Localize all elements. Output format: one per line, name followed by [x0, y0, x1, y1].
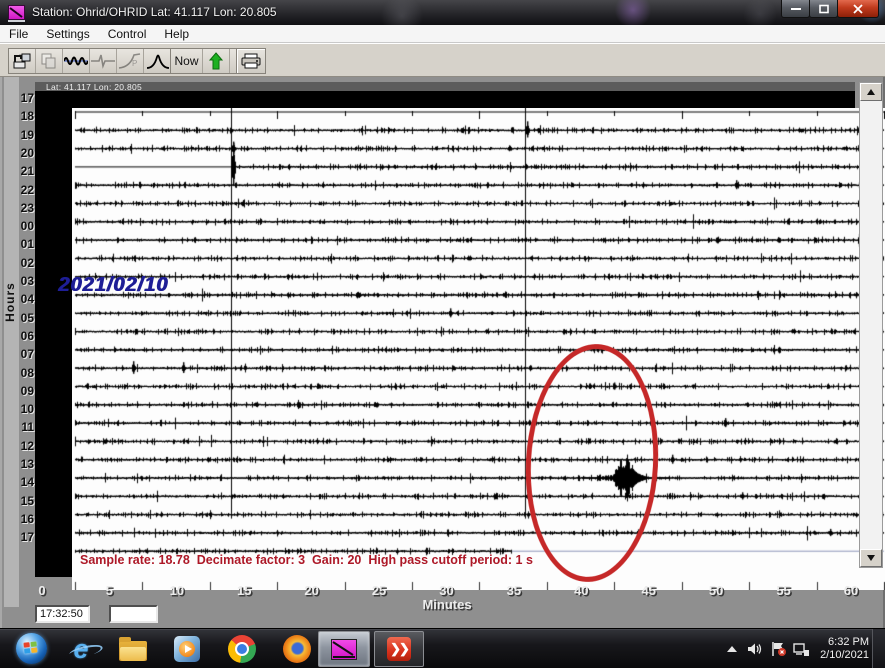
app-icon — [8, 5, 25, 20]
menu-control[interactable]: Control — [99, 25, 156, 43]
window-title: Station: Ohrid/OHRID Lat: 41.117 Lon: 20… — [32, 5, 277, 19]
tray-clock[interactable]: 6:32 PM 2/10/2021 — [820, 636, 869, 662]
hour-label: 16 — [14, 512, 34, 526]
hour-label: 02 — [14, 256, 34, 270]
open-trace-icon[interactable] — [9, 49, 36, 73]
menu-help[interactable]: Help — [155, 25, 198, 43]
menu-file[interactable]: File — [0, 25, 37, 43]
minute-label: 20 — [292, 583, 332, 598]
hour-label: 18 — [14, 109, 34, 123]
hour-label: 00 — [14, 219, 34, 233]
media-player-icon[interactable] — [172, 634, 202, 664]
minute-label: 55 — [764, 583, 804, 598]
hour-label: 12 — [14, 439, 34, 453]
hour-label: 11 — [14, 420, 34, 434]
hour-label: 01 — [14, 237, 34, 251]
hour-label: 08 — [14, 366, 34, 380]
minutes-axis-title: Minutes — [407, 597, 487, 612]
close-button[interactable] — [837, 0, 879, 18]
network-icon[interactable] — [793, 641, 809, 657]
svg-text:P: P — [132, 59, 137, 68]
hour-label: 03 — [14, 274, 34, 288]
copy-trace-icon[interactable] — [36, 49, 63, 73]
current-time-field[interactable]: 17:32:50 — [35, 605, 90, 623]
spike-trace-icon[interactable] — [90, 49, 117, 73]
minute-label: 30 — [426, 583, 466, 598]
windows-explorer-icon[interactable] — [118, 634, 148, 664]
red-diamond-app-icon: ❯❯ — [387, 637, 411, 661]
waveform-icon[interactable] — [63, 49, 90, 73]
hour-label: 13 — [14, 457, 34, 471]
aux-field[interactable] — [109, 605, 158, 623]
hour-label: 04 — [14, 292, 34, 306]
hour-label: 20 — [14, 146, 34, 160]
hour-label: 06 — [14, 329, 34, 343]
minute-label: 25 — [359, 583, 399, 598]
minute-label: 5 — [89, 583, 129, 598]
hour-label: 07 — [14, 347, 34, 361]
print-icon[interactable] — [236, 48, 266, 74]
client-area: Hours Lat: 41.117 Lon: 20.805 1718192021… — [0, 77, 885, 628]
minute-label: 50 — [696, 583, 736, 598]
start-button[interactable] — [16, 633, 47, 664]
clock-date: 2/10/2021 — [820, 649, 869, 662]
hour-label: 05 — [14, 311, 34, 325]
hour-label: 14 — [14, 475, 34, 489]
vertical-scrollbar[interactable] — [859, 82, 883, 568]
plot-area — [72, 108, 885, 590]
minute-label: 0 — [22, 583, 62, 598]
plot-frame — [35, 91, 855, 577]
taskbar-red-app-button[interactable]: ❯❯ — [374, 631, 424, 667]
scroll-up-icon[interactable] — [203, 49, 230, 73]
volume-icon[interactable] — [747, 641, 763, 657]
hour-label: 19 — [14, 128, 34, 142]
now-button[interactable]: Now — [171, 49, 203, 73]
triangle-down-icon — [867, 555, 875, 561]
scrollbar-up-button[interactable] — [860, 83, 882, 101]
helicorder-canvas[interactable] — [72, 108, 885, 590]
hour-label: 17 — [14, 91, 34, 105]
gaussian-curve-icon[interactable] — [144, 49, 171, 73]
chrome-icon[interactable] — [227, 634, 257, 664]
acquisition-settings-text: Sample rate: 18.78 Decimate factor: 3 Ga… — [80, 553, 533, 567]
minute-label: 40 — [561, 583, 601, 598]
date-label: 2021/02/10 — [58, 274, 168, 297]
windows-flag-icon — [23, 641, 38, 654]
hour-label: 22 — [14, 183, 34, 197]
internet-explorer-icon[interactable]: e — [66, 634, 96, 664]
toolbar: P Now — [0, 43, 885, 77]
hour-label: 10 — [14, 402, 34, 416]
scrollbar-down-button[interactable] — [860, 549, 882, 567]
minute-label: 60 — [831, 583, 871, 598]
hour-label: 09 — [14, 384, 34, 398]
menu-bar: File Settings Control Help — [0, 25, 885, 43]
firefox-icon[interactable] — [282, 634, 312, 664]
taskbar-seismograph-app-button[interactable] — [318, 631, 370, 667]
menu-settings[interactable]: Settings — [37, 25, 98, 43]
minute-label: 10 — [157, 583, 197, 598]
hour-label: 17 — [14, 530, 34, 544]
hour-label: 21 — [14, 164, 34, 178]
tray-expand-icon[interactable] — [724, 641, 740, 657]
show-desktop-button[interactable] — [872, 629, 885, 668]
minute-label: 15 — [224, 583, 264, 598]
title-bar[interactable]: Station: Ohrid/OHRID Lat: 41.117 Lon: 20… — [0, 0, 885, 25]
hour-label: 23 — [14, 201, 34, 215]
minute-label: 35 — [494, 583, 534, 598]
maximize-button[interactable] — [809, 0, 838, 18]
clock-time: 6:32 PM — [820, 636, 869, 649]
taskbar: e ❯❯ — [0, 628, 885, 668]
desktop: Station: Ohrid/OHRID Lat: 41.117 Lon: 20… — [0, 0, 885, 668]
minute-label: 45 — [629, 583, 669, 598]
minimize-button[interactable] — [781, 0, 810, 18]
filter-response-icon[interactable]: P — [117, 49, 144, 73]
seismograph-app-icon — [331, 639, 357, 660]
action-center-flag-icon[interactable] — [770, 641, 786, 657]
triangle-up-icon — [867, 89, 875, 95]
hour-label: 15 — [14, 494, 34, 508]
